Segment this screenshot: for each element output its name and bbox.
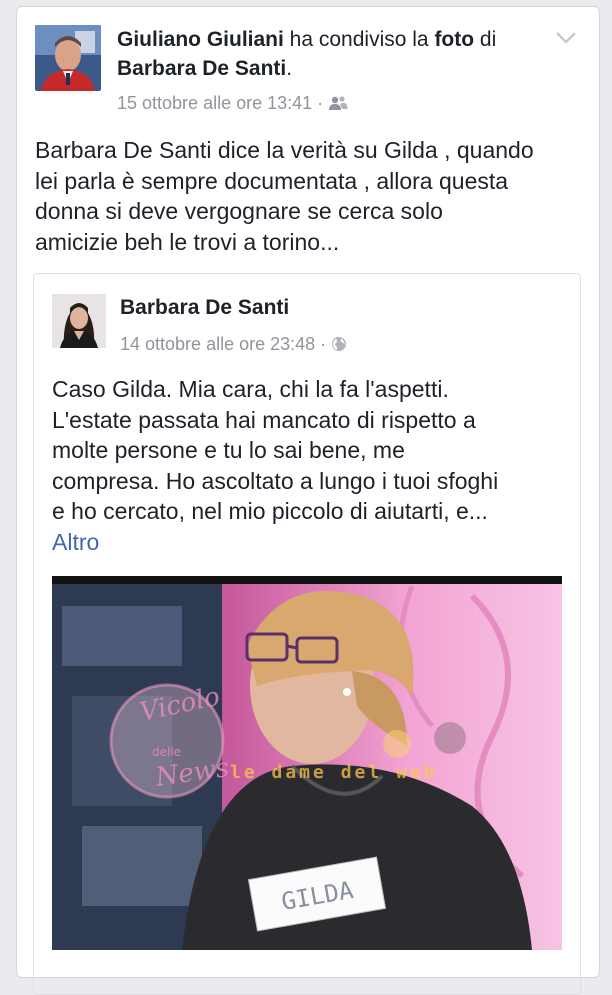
feed-post-card: Giuliano Giuliani ha condiviso la foto d… (16, 6, 600, 995)
watermark-le-dame-del-web: le dame del web (230, 762, 438, 783)
object-link[interactable]: foto (434, 28, 474, 51)
post-timestamp[interactable]: 15 ottobre alle ore 13:41 (117, 93, 312, 113)
post-body: Barbara De Santi dice la verità su Gilda… (35, 135, 587, 257)
watermark-delle: delle (152, 745, 181, 759)
meta-separator: · (315, 334, 332, 354)
shared-text-line: e ho cercato, nel mio piccolo di aiutart… (52, 498, 488, 524)
post-text-line: lei parla è sempre documentata , allora … (35, 167, 509, 194)
friends-icon[interactable] (328, 95, 348, 116)
author-avatar[interactable] (35, 25, 101, 91)
period-text: . (286, 57, 293, 80)
shared-post-card[interactable]: Barbara De Santi 14 ottobre alle ore 23:… (33, 273, 581, 995)
shared-author-avatar[interactable] (52, 294, 106, 348)
globe-icon[interactable] (331, 336, 347, 357)
post-text-line: donna si deve vergognare se cerca solo (35, 198, 443, 224)
chevron-down-icon[interactable] (555, 31, 577, 50)
shared-author-name[interactable]: Barbara De Santi (120, 296, 289, 320)
shared-text-line: compresa. Ho ascoltato a lungo i tuoi sf… (52, 467, 499, 494)
post-meta: 15 ottobre alle ore 13:41 · (117, 93, 348, 116)
post-text-line: amicizie beh le trovi a torino... (35, 228, 340, 255)
see-more-link[interactable]: Altro (52, 527, 572, 558)
shared-post-meta: 14 ottobre alle ore 23:48 · (120, 334, 347, 357)
shared-post-body: Caso Gilda. Mia cara, chi la fa l'aspett… (52, 374, 572, 557)
post-text-line: Barbara De Santi dice la verità su Gilda… (35, 137, 534, 163)
action-text: ha condiviso la (283, 28, 435, 51)
shared-photo[interactable]: GILDA Vicolo delle News le dame del web (52, 576, 562, 950)
meta-separator: · (312, 93, 329, 113)
prep-text: di (474, 28, 497, 51)
shared-text-line: molte persone e tu lo sai bene, me (52, 437, 405, 463)
shared-text-line: L'estate passata hai mancato di rispetto… (52, 406, 476, 433)
shared-from-link[interactable]: Barbara De Santi (117, 57, 286, 80)
shared-text-line: Caso Gilda. Mia cara, chi la fa l'aspett… (52, 376, 449, 402)
author-name-link[interactable]: Giuliano Giuliani (117, 28, 284, 51)
shared-post-timestamp[interactable]: 14 ottobre alle ore 23:48 (120, 334, 315, 354)
post-header: Giuliano Giuliani ha condiviso la foto d… (117, 25, 547, 83)
